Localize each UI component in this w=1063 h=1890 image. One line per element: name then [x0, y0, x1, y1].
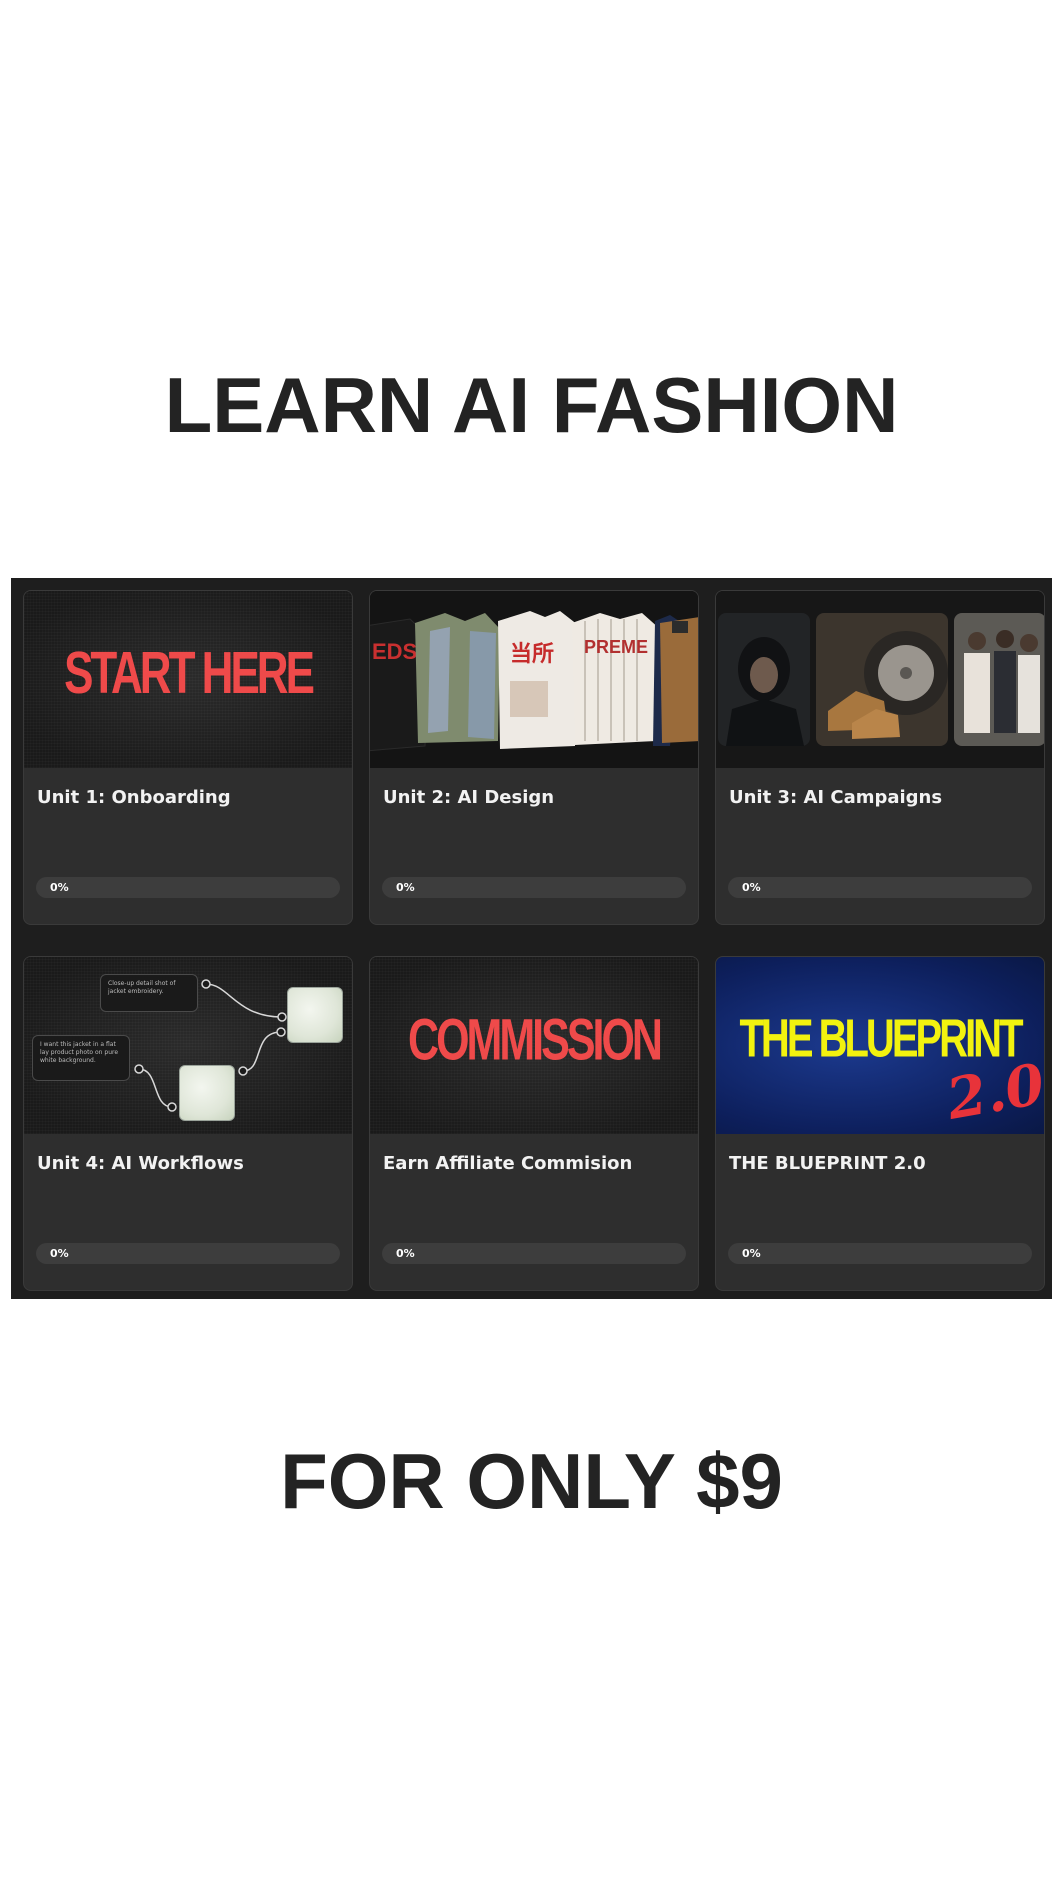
- course-card-unit-1[interactable]: START HERE Unit 1: Onboarding 0%: [23, 590, 353, 925]
- course-title: THE BLUEPRINT 2.0: [729, 1153, 926, 1174]
- course-thumbnail-workflows: Close-up detail shot of jacket embroider…: [24, 957, 352, 1134]
- workflow-prompt-node: I want this jacket in a flat lay product…: [32, 1035, 130, 1081]
- progress-label: 0%: [742, 881, 761, 894]
- course-title: Earn Affiliate Commision: [383, 1153, 633, 1174]
- course-card-unit-4[interactable]: Close-up detail shot of jacket embroider…: [23, 956, 353, 1291]
- course-thumbnail-streetwear: EDS 当所 PREME: [370, 591, 698, 768]
- course-title: Unit 3: AI Campaigns: [729, 787, 943, 808]
- progress-bar: 0%: [36, 1243, 340, 1264]
- progress-bar: 0%: [36, 877, 340, 898]
- progress-bar: 0%: [728, 877, 1032, 898]
- course-title: Unit 2: AI Design: [383, 787, 555, 808]
- course-grid-panel: START HERE Unit 1: Onboarding 0% EDS 当所: [11, 578, 1052, 1299]
- progress-label: 0%: [50, 1247, 69, 1260]
- jacket-image-node: [287, 987, 343, 1043]
- campaign-photos-image: [716, 591, 1044, 768]
- progress-bar: 0%: [382, 877, 686, 898]
- course-thumbnail-blueprint: THE BLUEPRINT 2.0: [716, 957, 1044, 1134]
- course-card-affiliate[interactable]: COMMISSION Earn Affiliate Commision 0%: [369, 956, 699, 1291]
- course-title: Unit 1: Onboarding: [37, 787, 231, 808]
- course-title: Unit 4: AI Workflows: [37, 1153, 244, 1174]
- progress-bar: 0%: [728, 1243, 1032, 1264]
- jacket-image-node: [179, 1065, 235, 1121]
- course-card-unit-3[interactable]: Unit 3: AI Campaigns 0%: [715, 590, 1045, 925]
- course-card-blueprint[interactable]: THE BLUEPRINT 2.0 THE BLUEPRINT 2.0 0%: [715, 956, 1045, 1291]
- streetwear-jackets-image: EDS 当所 PREME: [370, 591, 698, 768]
- svg-text:当所: 当所: [510, 642, 554, 667]
- headline-top: LEARN AI FASHION: [164, 361, 899, 449]
- progress-bar: 0%: [382, 1243, 686, 1264]
- svg-text:EDS: EDS: [372, 639, 417, 664]
- headline-bottom: FOR ONLY $9: [280, 1437, 783, 1525]
- commission-banner-text: COMMISSION: [408, 1008, 663, 1074]
- course-card-unit-2[interactable]: EDS 当所 PREME Unit 2: AI Design 0%: [369, 590, 699, 925]
- progress-label: 0%: [396, 881, 415, 894]
- workflow-prompt-node: Close-up detail shot of jacket embroider…: [100, 974, 198, 1012]
- svg-text:PREME: PREME: [584, 637, 648, 657]
- course-thumbnail-start-here: START HERE: [24, 591, 352, 768]
- progress-label: 0%: [742, 1247, 761, 1260]
- course-thumbnail-campaigns: [716, 591, 1044, 768]
- progress-label: 0%: [50, 881, 69, 894]
- course-thumbnail-commission: COMMISSION: [370, 957, 698, 1134]
- progress-label: 0%: [396, 1247, 415, 1260]
- start-here-banner-text: START HERE: [64, 640, 315, 707]
